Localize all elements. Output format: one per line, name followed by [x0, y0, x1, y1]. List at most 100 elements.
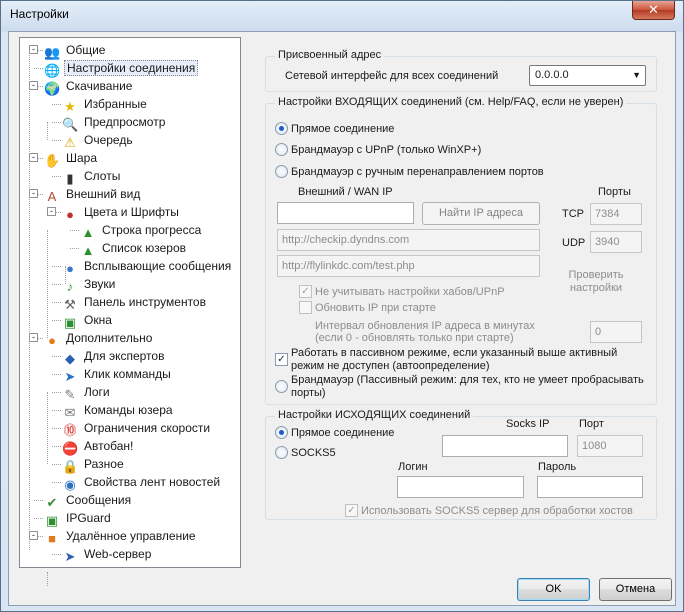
tree-expander[interactable]: -	[29, 531, 38, 540]
title-bar[interactable]: Настройки ✕	[1, 1, 683, 27]
outgoing-direct-radio[interactable]	[275, 426, 288, 439]
palette-icon: ●	[66, 207, 74, 222]
dialog-client: 👥 Общие - 🌐 Настройки соединения 🌍 Скачивание -…	[8, 31, 676, 606]
tree-item-label: Шара	[66, 151, 98, 165]
tree-item-label: Для экспертов	[84, 349, 165, 363]
close-icon: ✕	[648, 2, 659, 17]
outgoing-socks-radio[interactable]	[275, 446, 288, 459]
passive-firewall-label[interactable]: Брандмауэр (Пассивный режим: для тех, кт…	[291, 374, 651, 400]
tree-item-tools[interactable]: ⚒ Панель инструментов	[62, 293, 208, 312]
tree-item-userlist-tree[interactable]: ▲ Список юзеров	[80, 239, 188, 258]
outgoing-socks-label[interactable]: SOCKS5	[291, 447, 336, 459]
tcp-label: TCP	[562, 208, 584, 220]
tree-item-speed-limit[interactable]: ⓾ Ограничения скорости	[62, 419, 212, 438]
tree-item-popup[interactable]: ● Всплывающие сообщения	[62, 257, 233, 276]
chevron-down-icon: ▼	[632, 70, 641, 80]
tree-item-lock[interactable]: 🔒 Разное	[62, 455, 126, 474]
tree-item-slots-bars[interactable]: ▮ Слоты	[62, 167, 122, 186]
tree-item-user-commands[interactable]: ✉ Команды юзера	[62, 401, 175, 420]
tree-item-label: Предпросмотр	[84, 115, 166, 129]
incoming-upnp-label[interactable]: Брандмауэр с UPnP (только WinXP+)	[291, 144, 481, 156]
tree-connector	[34, 518, 43, 519]
test-url-input[interactable]: http://flylinkdc.com/test.php	[277, 255, 540, 277]
window-title: Настройки	[10, 7, 69, 21]
tree-item-download-globe[interactable]: 🌍 Скачивание	[44, 77, 134, 96]
close-button[interactable]: ✕	[632, 1, 675, 20]
tree-item-ipguard[interactable]: ▣ IPGuard	[44, 509, 113, 528]
login-label: Логин	[398, 461, 428, 473]
password-label: Пароль	[538, 461, 577, 473]
tree-expander[interactable]: -	[29, 189, 38, 198]
tree-item-remote-box[interactable]: ■ Удалённое управление	[44, 527, 198, 546]
settings-tree[interactable]: 👥 Общие - 🌐 Настройки соединения 🌍 Скачивание -…	[19, 37, 241, 586]
tree-item-web-server[interactable]: ➤ Web-сервер	[62, 545, 153, 564]
tcp-port-input[interactable]: 7384	[590, 203, 642, 225]
incoming-direct-label[interactable]: Прямое соединение	[291, 123, 394, 135]
tree-item-windows[interactable]: ▣ Окна	[62, 311, 114, 330]
udp-port-input[interactable]: 3940	[590, 231, 642, 253]
socks-hosts-checkbox[interactable]: ✓	[345, 504, 358, 517]
passive-auto-label[interactable]: Работать в пассивном режиме, если указан…	[291, 347, 636, 373]
tree-item-label: Дополнительно	[66, 331, 153, 345]
tree-item-command[interactable]: ➤ Клик комманды	[62, 365, 173, 384]
cancel-button[interactable]: Отмена	[599, 578, 672, 601]
tree-item-logs[interactable]: ✎ Логи	[62, 383, 112, 402]
check-settings-label: Проверить настройки	[568, 269, 624, 294]
tree-guide	[47, 392, 48, 464]
tree-connector	[52, 176, 61, 177]
tree-item-rss-globe[interactable]: ◉ Свойства лент новостей	[62, 473, 222, 492]
tree-expander[interactable]: -	[29, 81, 38, 90]
find-ip-button[interactable]: Найти IP адреса	[422, 202, 540, 225]
tree-expander[interactable]: -	[47, 207, 56, 216]
incoming-direct-radio[interactable]	[275, 122, 288, 135]
tree-guide	[29, 50, 30, 550]
tree-item-queue[interactable]: ⚠ Очередь	[62, 131, 135, 150]
incoming-manual-radio[interactable]	[275, 165, 288, 178]
tree-item-expert[interactable]: ◆ Для экспертов	[62, 347, 166, 366]
passive-auto-checkbox[interactable]: ✓	[275, 353, 288, 366]
password-input[interactable]	[537, 476, 643, 498]
interface-select[interactable]: 0.0.0.0 ▼	[529, 65, 646, 86]
wan-ip-input[interactable]	[277, 202, 414, 224]
ok-button[interactable]: OK	[517, 578, 590, 601]
settings-window: Настройки ✕ 👥 Общие - 🌐 Настройки соединения…	[0, 0, 684, 612]
tree-item-star[interactable]: ★ Избранные	[62, 95, 149, 114]
tree-expander[interactable]: -	[29, 45, 38, 54]
login-input[interactable]	[397, 476, 524, 498]
tree-item-preview[interactable]: 🔍 Предпросмотр	[62, 113, 167, 132]
tree-connector	[52, 446, 61, 447]
incoming-legend: Настройки ВХОДЯЩИХ соединений (см. Help/…	[275, 96, 627, 108]
download-globe-icon: 🌍	[44, 81, 61, 96]
tree-item-advanced[interactable]: ● Дополнительно	[44, 329, 154, 348]
socks-ip-input[interactable]	[442, 435, 568, 457]
tree-item-sound-note[interactable]: ♪ Звуки	[62, 275, 117, 294]
tree-item-messages-check[interactable]: ✔ Сообщения	[44, 491, 133, 510]
tree-item-palette[interactable]: ● Цвета и Шрифты	[62, 203, 181, 222]
socks-port-input[interactable]: 1080	[577, 435, 643, 457]
tree-item-share-hand[interactable]: ✋ Шара	[44, 149, 99, 168]
tree-expander[interactable]: -	[29, 333, 38, 342]
checkip-url-input[interactable]: http://checkip.dyndns.com	[277, 229, 540, 251]
ignore-hubs-label[interactable]: Не учитывать настройки хабов/UPnP	[315, 286, 505, 298]
outgoing-direct-label[interactable]: Прямое соединение	[291, 427, 394, 439]
tree-connector	[52, 122, 61, 123]
tree-item-appearance[interactable]: A Внешний вид	[44, 185, 142, 204]
tree-item-autoban[interactable]: ⛔ Автобан!	[62, 437, 135, 456]
interval-input[interactable]: 0	[590, 321, 642, 343]
tree-connector	[34, 68, 43, 69]
tree-item-label: Команды юзера	[84, 403, 173, 417]
tree-expander[interactable]: -	[29, 153, 38, 162]
passive-firewall-radio[interactable]	[275, 380, 288, 393]
incoming-upnp-radio[interactable]	[275, 143, 288, 156]
socks-hosts-label[interactable]: Использовать SOCKS5 сервер для обработки…	[361, 505, 633, 517]
tree-item-label: Избранные	[84, 97, 147, 111]
tree-item-network-globe[interactable]: 🌐 Настройки соединения	[44, 59, 199, 78]
ignore-hubs-checkbox[interactable]: ✓	[299, 285, 312, 298]
update-ip-label[interactable]: Обновить IP при старте	[315, 302, 436, 314]
update-ip-checkbox[interactable]	[299, 301, 312, 314]
tree-item-progress-tree[interactable]: ▲ Строка прогресса	[80, 221, 203, 240]
tree-item-users[interactable]: 👥 Общие	[44, 41, 107, 60]
tree-connector	[52, 482, 61, 483]
incoming-manual-label[interactable]: Брандмауэр с ручным перенаправлением пор…	[291, 166, 544, 178]
check-settings-button[interactable]: Проверить настройки	[557, 269, 635, 295]
